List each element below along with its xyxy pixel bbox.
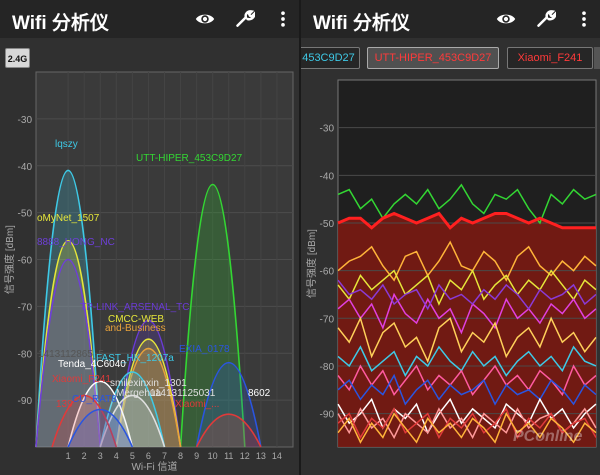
y-tick-label: -30 bbox=[320, 124, 335, 135]
time-graph-panel: Wifi 分析仪 453C9D27 UTT-HIPER_453C9D27 Xia… bbox=[301, 0, 600, 475]
network-label: oMyNet_1507 bbox=[37, 213, 100, 224]
time-chart: -30 -40 -50 -60 -70 -80 -90 信号强度 [dBm] bbox=[305, 79, 597, 448]
network-label: and-Business bbox=[105, 323, 166, 334]
x-tick-label: 13 bbox=[256, 451, 266, 461]
x-tick-label: 4 bbox=[114, 451, 119, 461]
network-label: Xiaomi_... bbox=[175, 399, 219, 410]
x-tick-label: 9 bbox=[194, 451, 199, 461]
network-label: Tenda_4C6040 bbox=[58, 359, 126, 370]
channel-graph-panel: Wifi 分析仪 2.4G -30 -40 -50 -60 -70 -80 -90 1 2 3 4 5… bbox=[0, 0, 299, 475]
network-label: 139 bbox=[56, 399, 73, 410]
x-tick-label: 8 bbox=[178, 451, 183, 461]
y-tick-label: -40 bbox=[18, 162, 33, 173]
network-label: lqszy bbox=[55, 139, 78, 150]
y-tick-label: -30 bbox=[18, 115, 33, 126]
network-label: UTT-HIPER_453C9D27 bbox=[136, 153, 243, 164]
y-tick-label: -90 bbox=[18, 396, 33, 407]
x-tick-label: 7 bbox=[162, 451, 167, 461]
network-label: EXIA_0178 bbox=[179, 344, 230, 355]
watermark: PConline bbox=[513, 428, 583, 445]
x-tick-label: 2 bbox=[82, 451, 87, 461]
y-axis-label: 信号强度 [dBm] bbox=[305, 229, 318, 298]
y-tick-label: -70 bbox=[320, 314, 335, 325]
y-tick-label: -40 bbox=[320, 171, 335, 182]
y-tick-label: -60 bbox=[18, 256, 33, 267]
channel-chart: -30-40-50-60-70-80-901 2 3 4 5 6 7 8 9 10 11 12 13 14… bbox=[3, 71, 294, 473]
y-axis-label: 信号强度 [dBm] bbox=[3, 225, 16, 294]
y-tick-label: -70 bbox=[18, 302, 33, 313]
network-label: 8888_HONG_NC bbox=[37, 237, 115, 248]
x-tick-label: 12 bbox=[240, 451, 250, 461]
x-tick-label: 5 bbox=[130, 451, 135, 461]
x-axis-label: Wi-Fi 信道 bbox=[131, 460, 177, 473]
network-label: 8602 bbox=[248, 388, 271, 399]
network-label: CU_RAT8 bbox=[72, 394, 117, 405]
network-label: TP-LINK_ARSENAL_TC bbox=[80, 302, 189, 313]
y-tick-label: -80 bbox=[320, 362, 335, 373]
y-tick-label: -80 bbox=[18, 349, 33, 360]
network-label: 114131125031 bbox=[150, 388, 216, 399]
x-tick-label: 1 bbox=[66, 451, 71, 461]
x-tick-label: 6 bbox=[146, 451, 151, 461]
x-tick-label: 14 bbox=[272, 451, 282, 461]
x-tick-label: 3 bbox=[98, 451, 103, 461]
y-tick-label: -50 bbox=[320, 219, 335, 230]
x-tick-label: 10 bbox=[208, 451, 218, 461]
y-tick-label: -90 bbox=[320, 410, 335, 421]
network-label: Xiaomi_F241 bbox=[52, 374, 111, 385]
y-tick-label: -50 bbox=[18, 209, 33, 220]
x-tick-label: 11 bbox=[224, 451, 233, 461]
y-tick-label: -60 bbox=[320, 267, 335, 278]
